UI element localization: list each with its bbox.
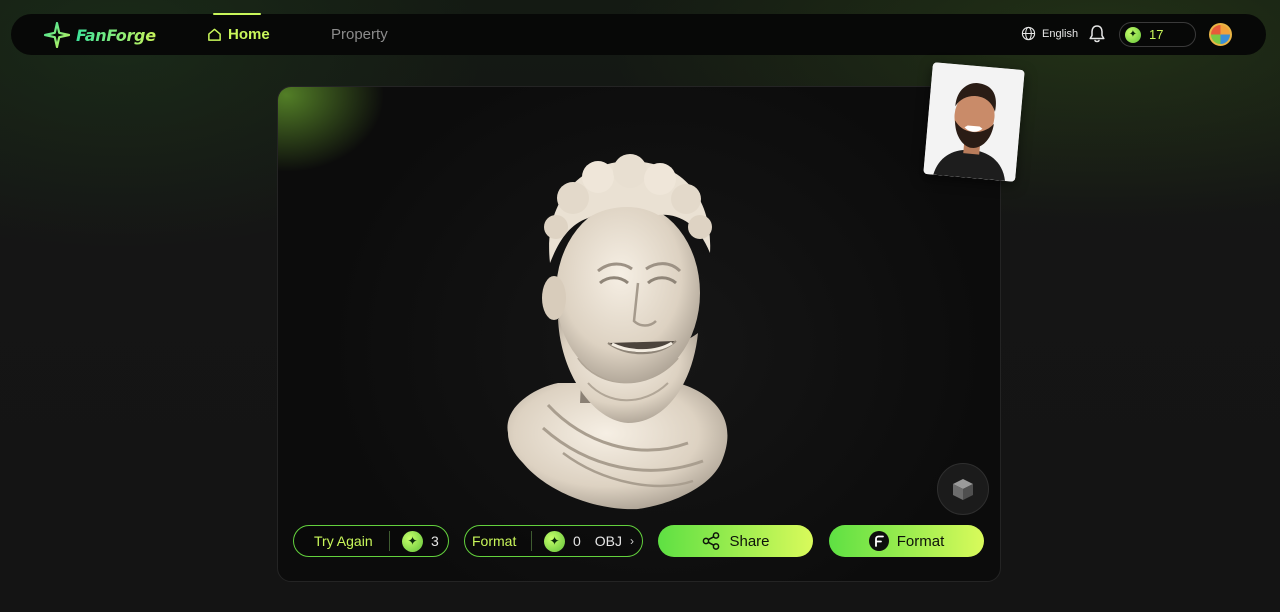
nav-property-tab[interactable]: Property	[331, 14, 388, 55]
share-icon	[703, 532, 720, 550]
coin-icon: ✦	[1125, 26, 1141, 43]
reference-portrait-photo	[923, 62, 1025, 182]
user-avatar[interactable]	[1209, 23, 1232, 46]
home-icon	[208, 28, 221, 41]
coin-icon: ✦	[544, 530, 565, 552]
language-selector[interactable]: English	[1021, 26, 1078, 41]
cube-icon	[953, 479, 973, 500]
share-button[interactable]: Share	[658, 525, 813, 557]
credits-balance[interactable]: ✦ 17	[1119, 22, 1196, 47]
try-again-cost-value: 3	[431, 533, 439, 549]
format-cost: ✦ 0	[532, 530, 581, 552]
format-type: OBJ	[594, 533, 623, 549]
nav-home-label: Home	[228, 26, 270, 43]
format-cost-value: 0	[573, 533, 581, 549]
globe-icon	[1021, 26, 1036, 41]
share-label: Share	[729, 532, 770, 550]
top-navigation-bar: FanForge Home Property English ✦ 17	[11, 13, 1266, 55]
try-again-button[interactable]: Try Again ✦ 3	[293, 525, 449, 557]
format-logo-icon	[868, 531, 889, 551]
portrait-image	[923, 62, 1025, 182]
sparkle-star-icon	[44, 22, 70, 48]
brand[interactable]: FanForge	[44, 22, 156, 48]
try-again-label: Try Again	[314, 533, 373, 549]
3d-bust-model[interactable]	[488, 143, 748, 513]
model-preview-card[interactable]	[277, 86, 1001, 582]
view-3d-toggle-button[interactable]	[937, 463, 989, 515]
try-again-cost: ✦ 3	[390, 530, 439, 552]
chevron-right-icon: ›	[630, 534, 635, 548]
format-button-label: Format	[896, 532, 945, 550]
format-select-button[interactable]: Format ✦ 0 OBJ ›	[464, 525, 643, 557]
bell-icon[interactable]	[1088, 24, 1106, 44]
nav-home-tab[interactable]: Home	[207, 13, 270, 55]
credits-count: 17	[1149, 27, 1164, 42]
language-label: English	[1042, 27, 1079, 40]
nav-property-label: Property	[331, 26, 388, 43]
brand-name: FanForge	[76, 25, 156, 45]
format-export-button[interactable]: Format	[829, 525, 984, 557]
card-glow	[278, 87, 496, 265]
coin-icon: ✦	[402, 530, 423, 552]
format-label: Format	[472, 533, 517, 549]
